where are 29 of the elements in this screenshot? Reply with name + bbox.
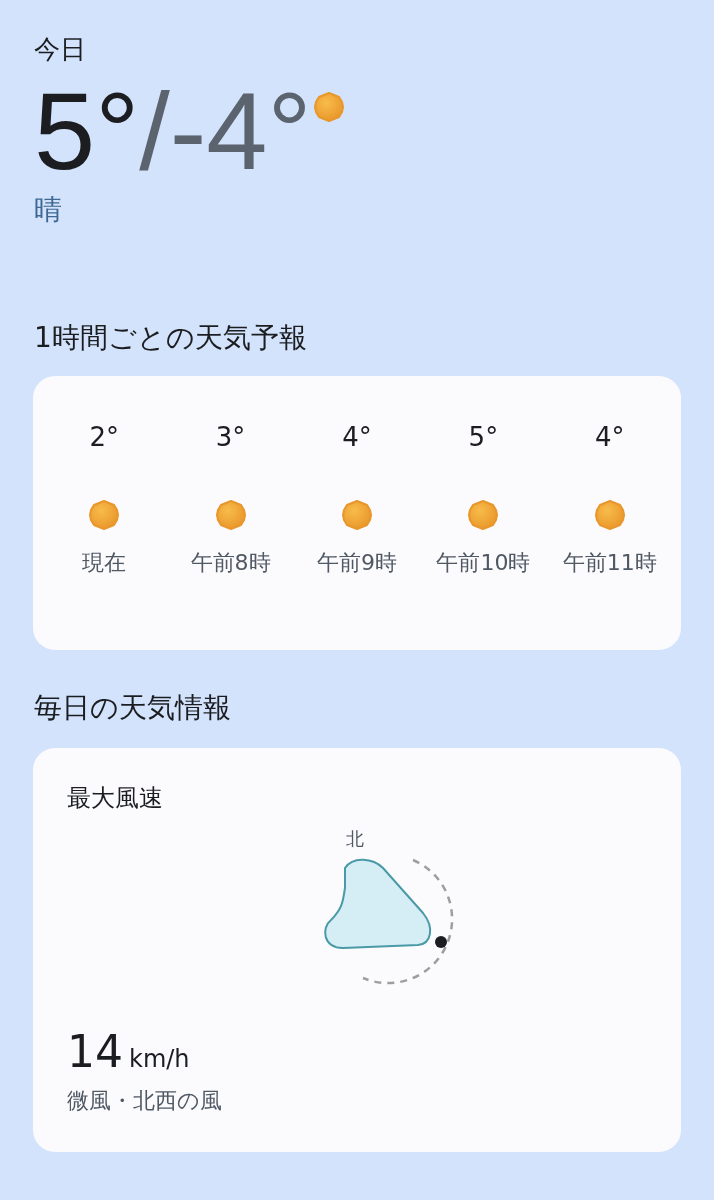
compass-direction-label: 北 — [346, 830, 364, 848]
hour-temperature: 4° — [342, 424, 372, 450]
sun-icon — [89, 500, 120, 530]
hourly-title: 1時間ごとの天気予報 — [34, 324, 308, 352]
condition-text: 晴 — [34, 196, 63, 224]
sun-icon — [468, 500, 499, 530]
sun-icon — [215, 500, 246, 530]
sun-icon — [313, 92, 344, 122]
today-label: 今日 — [34, 36, 87, 62]
hour-time: 午前9時 — [317, 552, 397, 574]
hour-temperature: 3° — [215, 424, 246, 450]
hour-time: 午前10時 — [436, 552, 531, 574]
hour-temperature: 2° — [89, 424, 119, 450]
wind-speed: 14 — [67, 1030, 123, 1074]
hour-temperature: 5° — [468, 424, 499, 450]
wind-unit: km/h — [129, 1047, 190, 1071]
hour-time: 午前11時 — [562, 552, 657, 574]
wind-title: 最大風速 — [67, 786, 164, 810]
low-temperature: -4° — [169, 76, 312, 186]
hour-time: 午前8時 — [190, 552, 271, 574]
sun-icon — [594, 500, 625, 530]
high-temperature: 5° — [34, 76, 140, 186]
hour-time: 現在 — [82, 552, 127, 574]
wind-description: 微風・北西の風 — [67, 1090, 222, 1112]
daily-title: 毎日の天気情報 — [34, 694, 232, 722]
temperature-separator: / — [139, 76, 170, 186]
wind-indicator-dot — [435, 936, 447, 948]
hour-temperature: 4° — [595, 424, 625, 450]
sun-icon — [342, 500, 372, 530]
